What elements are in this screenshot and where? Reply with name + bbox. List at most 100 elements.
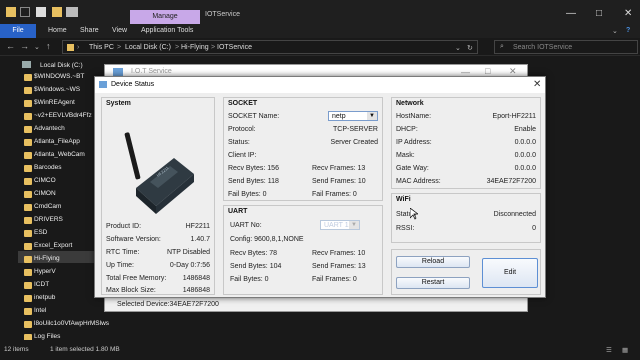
rtc-time-value: NTP Disabled xyxy=(166,249,210,256)
drive-icon xyxy=(22,61,31,68)
folder-icon xyxy=(24,269,32,276)
breadcrumb-iotservice[interactable]: IOTService xyxy=(217,44,252,51)
ribbon-tab-application-tools[interactable]: Application Tools xyxy=(141,27,193,34)
nav-item-local-disk[interactable]: Local Disk (C:) xyxy=(40,62,83,69)
device-status-dialog: Device Status ✕ System HF2211 Product ID… xyxy=(94,76,546,298)
breadcrumb-hi-flying[interactable]: Hi-Flying xyxy=(181,44,209,51)
reload-button[interactable]: Reload xyxy=(396,256,470,268)
nav-item[interactable]: Atlanta_FileApp xyxy=(34,138,80,145)
nav-item[interactable]: CmdCam xyxy=(34,203,61,210)
nav-item[interactable]: Advantech xyxy=(34,125,65,132)
breadcrumb[interactable]: › This PC > Local Disk (C:) > Hi-Flying … xyxy=(62,40,478,54)
folder-icon xyxy=(24,139,32,146)
uart-send-frames: Send Frames: 13 xyxy=(312,263,366,270)
ribbon-tab-home[interactable]: Home xyxy=(48,27,67,34)
nav-item[interactable]: $Windows.~WS xyxy=(34,86,80,93)
nav-item[interactable]: l8oUilc1o0VfAwpHrMSlws xyxy=(34,320,109,327)
details-view-icon[interactable]: ☰ xyxy=(606,346,612,354)
folder-icon xyxy=(24,321,32,328)
uart-config: Config: 9600,8,1,NONE xyxy=(230,236,304,243)
refresh-icon[interactable]: ↻ xyxy=(467,44,473,52)
minimize-icon[interactable]: — xyxy=(566,8,576,19)
nav-item[interactable]: CIMON xyxy=(34,190,56,197)
ribbon-tab-share[interactable]: Share xyxy=(80,27,99,34)
nav-item[interactable]: DRIVERS xyxy=(34,216,63,223)
folder-icon xyxy=(24,217,32,224)
ribbon-tab-view[interactable]: View xyxy=(112,27,127,34)
nav-item-hi-flying[interactable]: Hi-Flying xyxy=(34,255,60,262)
folder-icon xyxy=(24,100,32,107)
folder-icon xyxy=(24,165,32,172)
nav-item[interactable]: inetpub xyxy=(34,294,55,301)
socket-status-value: Server Created xyxy=(330,139,378,146)
socket-fail-frames: Fail Frames: 0 xyxy=(312,191,357,198)
close-icon[interactable]: ✕ xyxy=(533,79,541,90)
nav-item[interactable]: ~v2+EEVLVBdr4Ffz xyxy=(34,112,92,119)
search-input[interactable]: ⌕ Search IOTService xyxy=(494,40,638,54)
document-icon[interactable] xyxy=(36,7,46,17)
back-arrow-icon[interactable]: ← xyxy=(6,41,15,51)
recent-chevron-icon[interactable]: ⌄ xyxy=(34,43,40,51)
chevron-down-icon: ▼ xyxy=(349,221,359,229)
socket-recv-frames: Recv Frames: 13 xyxy=(312,165,366,172)
manage-tab[interactable]: Manage xyxy=(130,10,200,24)
restart-button[interactable]: Restart xyxy=(396,277,470,289)
nav-item[interactable]: HyperV xyxy=(34,268,56,275)
nav-item[interactable]: $WinREAgent xyxy=(34,99,75,106)
wifi-status-value: Disconnected xyxy=(493,211,536,218)
pin-icon[interactable] xyxy=(66,7,78,17)
maximize-icon[interactable]: □ xyxy=(485,66,490,76)
socket-recv-bytes: Recv Bytes: 156 xyxy=(228,165,279,172)
nav-item[interactable]: Atlanta_WebCam xyxy=(34,151,85,158)
nav-item[interactable]: $WINDOWS.~BT xyxy=(34,73,84,80)
nav-item[interactable]: ESD xyxy=(34,229,47,236)
folder-icon xyxy=(67,44,74,51)
selected-device-label: Selected Device:34EAE72F7200 xyxy=(117,301,219,308)
mac-address-value: 34EAE72F7200 xyxy=(486,178,536,185)
up-time-label: Up Time: xyxy=(106,262,135,269)
help-icon[interactable]: ? xyxy=(626,27,630,34)
status-item-count: 12 items xyxy=(4,346,29,353)
folder-icon xyxy=(24,87,32,94)
nav-item[interactable]: Barcodes xyxy=(34,164,61,171)
status-selected: 1 item selected 1.80 MB xyxy=(50,346,120,353)
socket-header: SOCKET xyxy=(228,100,258,107)
folder-icon xyxy=(24,126,32,133)
up-arrow-icon[interactable]: ↑ xyxy=(46,41,51,51)
nav-item[interactable]: Log Files xyxy=(34,333,60,340)
nav-item[interactable]: ICDT xyxy=(34,281,49,288)
nav-item[interactable]: CIMCO xyxy=(34,177,56,184)
nav-item[interactable]: Excel_Export xyxy=(34,242,72,249)
chevron-down-icon[interactable]: ⌄ xyxy=(455,44,461,52)
iot-window-title: I.O.T Service xyxy=(131,68,172,75)
mask-label: Mask: xyxy=(396,152,415,159)
forward-arrow-icon[interactable]: → xyxy=(20,41,29,51)
checkbox-icon[interactable] xyxy=(20,7,30,17)
nav-item[interactable]: Intel xyxy=(34,307,46,314)
free-memory-label: Total Free Memory: xyxy=(106,275,167,282)
folder-icon xyxy=(24,243,32,250)
breadcrumb-local-disk[interactable]: Local Disk (C:) xyxy=(125,44,171,51)
socket-panel: SOCKET SOCKET Name: netp ▼ Protocol: TCP… xyxy=(223,97,383,201)
uart-send-bytes: Send Bytes: 104 xyxy=(230,263,282,270)
uart-no-select[interactable]: UART 1 ▼ xyxy=(320,220,360,230)
maximize-icon[interactable]: □ xyxy=(596,8,602,19)
tiles-view-icon[interactable]: ▦ xyxy=(622,346,628,354)
edit-button[interactable]: Edit xyxy=(482,258,538,288)
chevron-down-icon[interactable]: ⌄ xyxy=(612,27,618,35)
folder-icon xyxy=(24,204,32,211)
app-icon xyxy=(99,81,107,88)
window-title: IOTService xyxy=(205,11,241,18)
mask-value: 0.0.0.0 xyxy=(514,152,536,159)
close-icon[interactable]: ✕ xyxy=(624,8,632,19)
gateway-value: 0.0.0.0 xyxy=(514,165,536,172)
product-id-value: HF2211 xyxy=(185,223,210,230)
breadcrumb-this-pc[interactable]: This PC xyxy=(89,44,114,51)
folder-icon[interactable] xyxy=(52,7,62,17)
socket-name-select[interactable]: netp ▼ xyxy=(328,111,378,121)
folder-icon xyxy=(6,7,16,17)
ribbon-tab-file[interactable]: File xyxy=(0,24,36,38)
dialog-title: Device Status xyxy=(111,81,155,88)
app-icon xyxy=(113,68,123,76)
folder-icon xyxy=(24,256,32,263)
